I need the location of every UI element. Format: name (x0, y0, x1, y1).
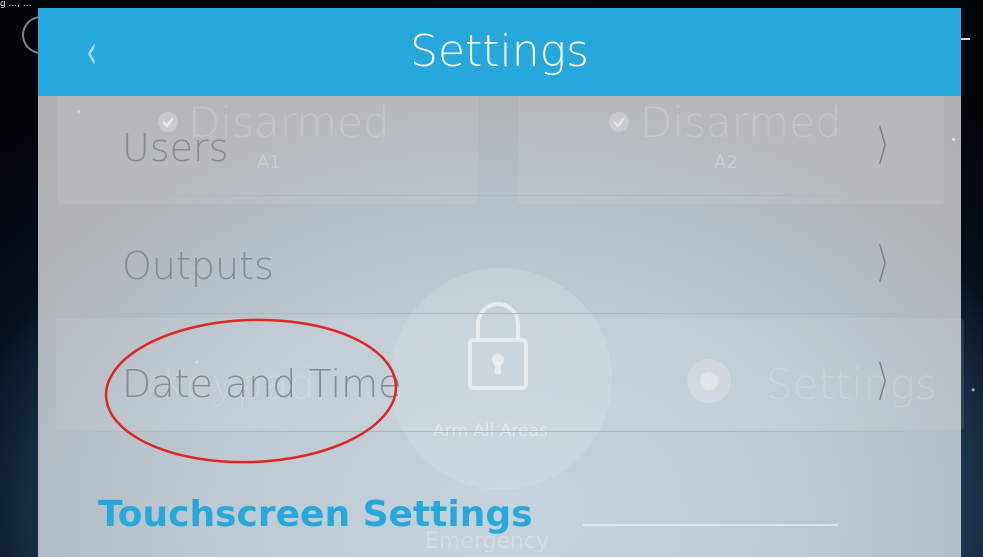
section-title-touchscreen-settings: Touchscreen Settings (98, 494, 533, 535)
chevron-right-icon: 〉 (878, 122, 897, 171)
menu-item-outputs[interactable]: Outputs 〉 (96, 196, 903, 314)
chevron-right-icon: 〉 (878, 358, 897, 407)
menu-item-label: Outputs (122, 244, 274, 288)
menu-item-users[interactable]: Users 〉 (96, 78, 903, 196)
menu-item-date-and-time[interactable]: Date and Time 〉 (96, 314, 903, 432)
settings-panel: Settings ‹ Users 〉 Outputs 〉 Date and Ti… (38, 8, 961, 557)
chevron-left-icon: ‹ (86, 24, 97, 80)
menu-item-label: Users (122, 126, 229, 170)
chevron-right-icon: 〉 (878, 240, 897, 289)
back-button[interactable]: ‹ (82, 24, 122, 80)
settings-list: Users 〉 Outputs 〉 Date and Time 〉 (96, 78, 903, 432)
menu-item-label: Date and Time (122, 362, 402, 406)
status-bar-text: g ..., ... (0, 0, 32, 8)
